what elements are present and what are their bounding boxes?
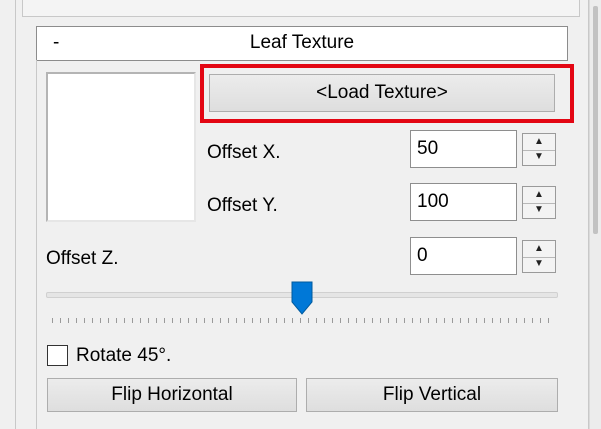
offset-x-down-icon[interactable]: ▼: [523, 150, 555, 166]
previous-panel-edge: [22, 0, 580, 17]
texture-preview: [46, 72, 196, 222]
offset-y-up-icon[interactable]: ▲: [523, 187, 555, 204]
group-border: [36, 60, 37, 429]
flip-horizontal-label: Flip Horizontal: [111, 384, 233, 405]
scrollbar-thumb[interactable]: [593, 6, 598, 234]
flip-horizontal-button[interactable]: Flip Horizontal: [47, 378, 297, 412]
offset-x-label: Offset X.: [207, 142, 281, 163]
offset-x-up-icon[interactable]: ▲: [523, 134, 555, 151]
offset-y-input[interactable]: 100: [410, 183, 517, 221]
rotate-checkbox[interactable]: [47, 345, 68, 366]
leaf-texture-header[interactable]: - Leaf Texture: [36, 26, 568, 61]
offset-y-stepper[interactable]: ▲ ▼: [522, 186, 556, 219]
highlight-box: [200, 64, 574, 123]
slider-ticks: [52, 318, 550, 323]
offset-x-input[interactable]: 50: [410, 130, 517, 168]
slider-thumb[interactable]: [290, 280, 314, 316]
offset-y-label: Offset Y.: [207, 195, 278, 216]
offset-y-down-icon[interactable]: ▼: [523, 203, 555, 219]
flip-vertical-label: Flip Vertical: [382, 384, 482, 405]
panel-title: Leaf Texture: [249, 32, 355, 53]
offset-z-up-icon[interactable]: ▲: [523, 241, 555, 258]
offset-z-down-icon[interactable]: ▼: [523, 257, 555, 273]
offset-z-label: Offset Z.: [46, 248, 119, 269]
offset-z-input[interactable]: 0: [410, 237, 517, 275]
rotate-label: Rotate 45°.: [76, 345, 172, 366]
offset-x-stepper[interactable]: ▲ ▼: [522, 133, 556, 166]
offset-z-stepper[interactable]: ▲ ▼: [522, 240, 556, 273]
flip-vertical-button[interactable]: Flip Vertical: [306, 378, 558, 412]
